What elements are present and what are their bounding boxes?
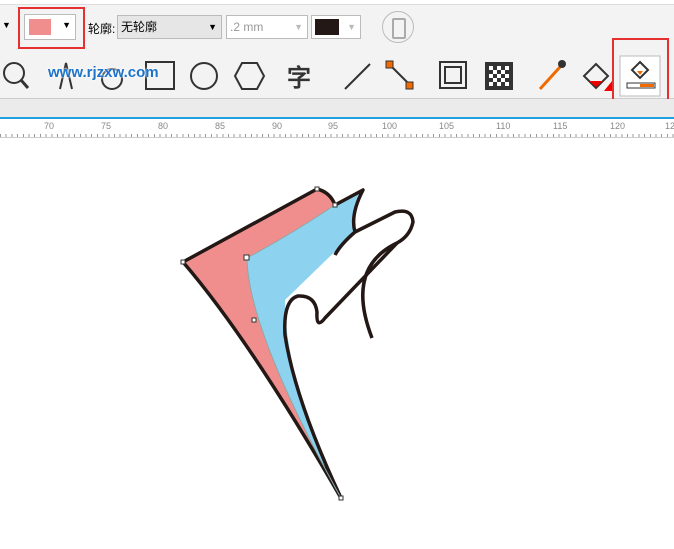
eyedropper-icon[interactable] bbox=[538, 60, 566, 91]
outline-width-field[interactable]: .2 mm ▼ bbox=[226, 15, 308, 39]
zoom-icon[interactable] bbox=[3, 62, 30, 89]
node-handle[interactable] bbox=[251, 317, 257, 323]
interactive-fill-icon[interactable] bbox=[582, 62, 612, 91]
outline-style-select[interactable]: 无轮廓 ▼ bbox=[117, 15, 222, 39]
ellipse-icon[interactable] bbox=[190, 62, 218, 90]
portrait-icon[interactable] bbox=[382, 11, 414, 43]
ruler-label: 115 bbox=[553, 121, 568, 131]
outline-width-value: .2 mm bbox=[230, 20, 264, 34]
ruler-label: 105 bbox=[439, 121, 455, 131]
ruler-label: 12 bbox=[665, 121, 674, 131]
toolbar-gap bbox=[0, 99, 674, 117]
chevron-down-icon[interactable]: ▼ bbox=[62, 20, 71, 30]
node-handle[interactable] bbox=[180, 259, 186, 265]
contour-icon[interactable] bbox=[439, 61, 467, 89]
watermark: www.rjzxw.com bbox=[48, 64, 159, 81]
node-handle[interactable] bbox=[314, 186, 320, 192]
node-handle[interactable] bbox=[243, 254, 250, 261]
ruler-label: 110 bbox=[496, 121, 511, 131]
ruler-label: 90 bbox=[272, 121, 283, 131]
connector-icon[interactable] bbox=[385, 60, 414, 90]
node-handle[interactable] bbox=[332, 202, 338, 208]
outline-curve bbox=[361, 241, 398, 339]
ruler-label: 120 bbox=[610, 121, 626, 131]
outline-color-picker[interactable]: ▼ bbox=[311, 15, 361, 39]
outline-style-value: 无轮廓 bbox=[121, 20, 158, 34]
ruler-label: 95 bbox=[328, 121, 339, 131]
outline-swatch bbox=[315, 19, 339, 35]
polygon-icon[interactable] bbox=[233, 62, 266, 90]
outline-label: 轮廓: bbox=[88, 22, 116, 36]
ruler-label: 100 bbox=[382, 121, 398, 131]
text-icon[interactable]: 字 bbox=[287, 64, 311, 92]
ruler-label: 70 bbox=[44, 121, 55, 131]
chevron-down-icon: ▼ bbox=[347, 22, 356, 32]
dimension-icon[interactable] bbox=[344, 63, 371, 90]
canvas[interactable] bbox=[0, 136, 674, 549]
ruler-label: 75 bbox=[101, 121, 112, 131]
ruler-label: 80 bbox=[158, 121, 169, 131]
smart-fill-highlight bbox=[612, 38, 669, 102]
node-handle[interactable] bbox=[338, 495, 344, 501]
horizontal-ruler[interactable]: 70 75 80 85 90 95 100 105 110 115 120 12 bbox=[0, 117, 674, 138]
dropdown-arrow[interactable]: ▼ bbox=[2, 20, 11, 30]
transparency-icon[interactable] bbox=[485, 62, 513, 90]
ruler-label: 85 bbox=[215, 121, 226, 131]
fill-color-picker[interactable]: ▼ bbox=[24, 14, 76, 40]
chevron-down-icon: ▼ bbox=[294, 22, 303, 32]
chevron-down-icon: ▼ bbox=[208, 22, 217, 32]
fill-swatch bbox=[29, 19, 51, 35]
